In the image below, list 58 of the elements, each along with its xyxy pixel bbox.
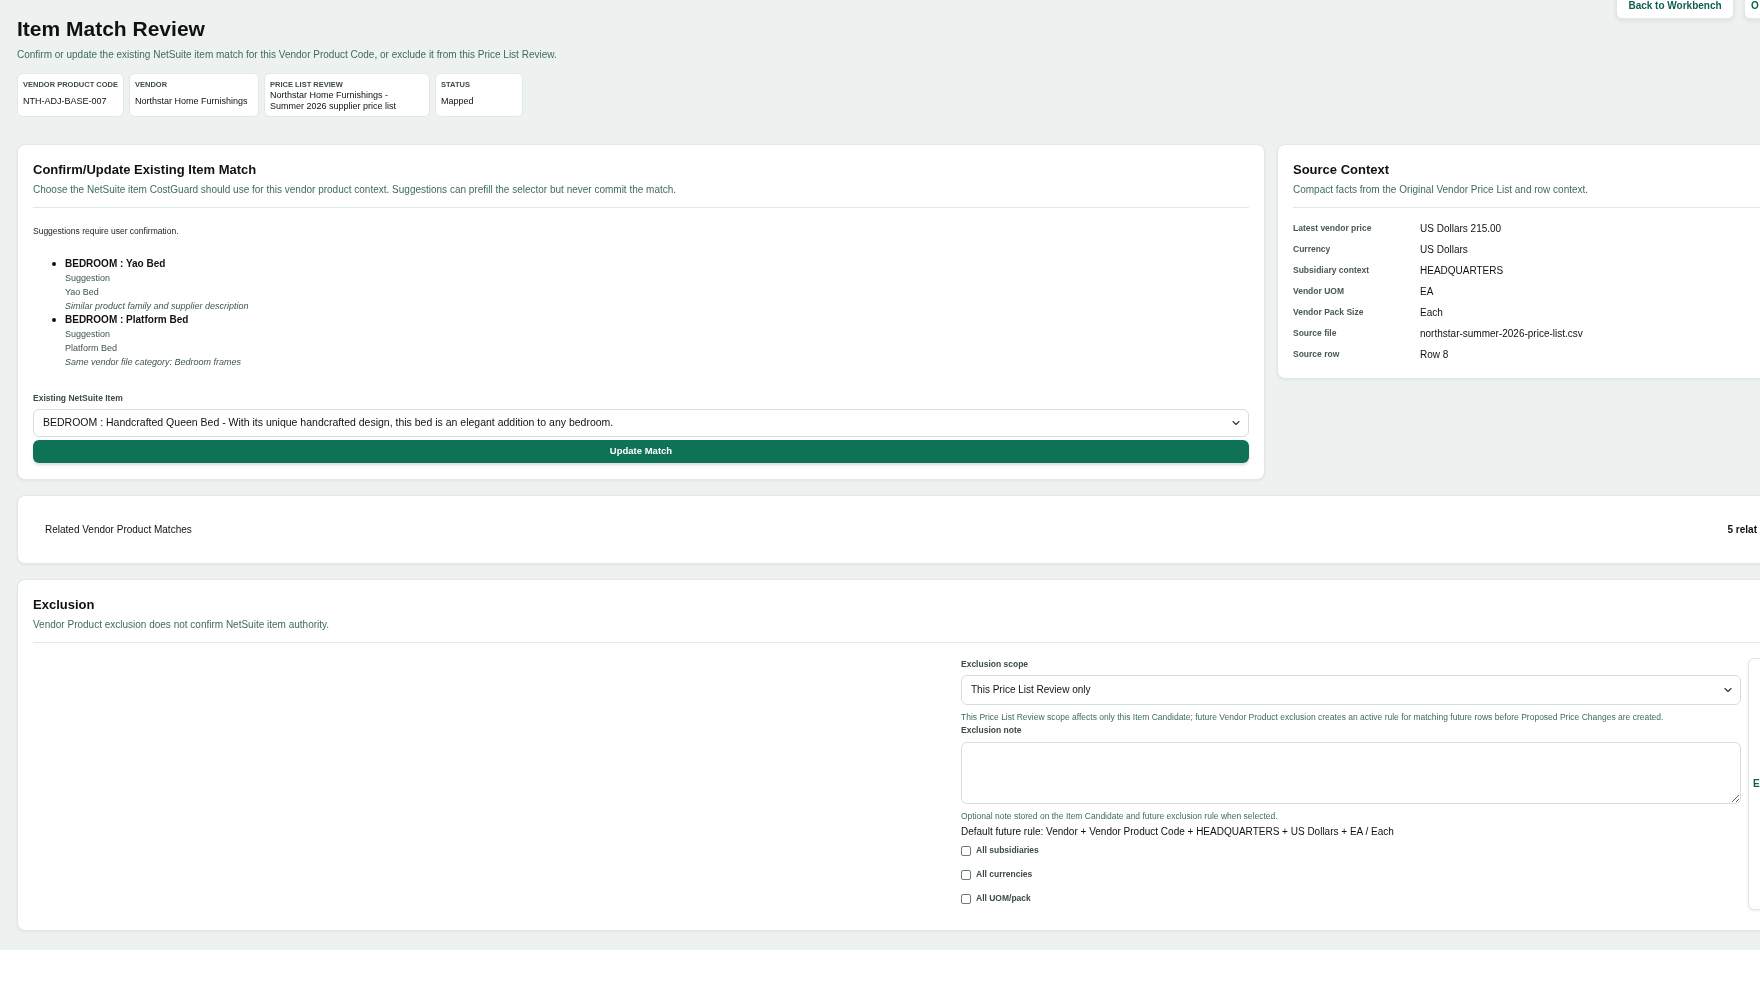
checkbox[interactable] <box>961 893 971 904</box>
suggestion-type: Suggestion <box>65 328 112 341</box>
side-panel-label: E <box>1753 777 1760 792</box>
fact-value: Mapped <box>441 95 474 107</box>
header-button[interactable]: Back to Workbench <box>1616 0 1734 19</box>
default-rule-text: Default future rule: Vendor + Vendor Product Code + HEADQUARTERS + US Dollars + EA / Each <box>961 824 1395 839</box>
related-count: 5 relat <box>1727 522 1757 537</box>
fact-value: NTH-ADJ-BASE-007 <box>23 95 107 107</box>
context-value: US Dollars <box>1420 243 1468 257</box>
fact-value: Northstar Home Furnishings - Summer 2026 supplier price list <box>270 90 398 112</box>
update-match-button[interactable]: Update Match <box>33 439 1249 463</box>
field-label: Existing NetSuite Item <box>33 392 124 404</box>
context-value: northstar-summer-2026-price-list.csv <box>1420 327 1583 341</box>
scope-select[interactable]: This Price List Review only <box>961 674 1741 705</box>
suggestion-type: Suggestion <box>65 272 112 285</box>
checkbox[interactable] <box>961 869 971 880</box>
context-label: Source file <box>1293 327 1338 340</box>
field-label: Exclusion note <box>961 723 1023 736</box>
related-matches-title: Related Vendor Product Matches <box>45 522 192 537</box>
context-value: US Dollars 215.00 <box>1420 222 1502 236</box>
fact-value: Northstar Home Furnishings <box>135 95 248 107</box>
suggestion-reason: Same vendor file category: Bedroom frames <box>65 356 242 369</box>
bullet-icon <box>52 318 56 322</box>
page-title: Item Match Review <box>17 16 206 42</box>
panel-description: Vendor Product exclusion does not confirm NetSuite item authority. <box>33 617 331 632</box>
suggestion-item: Platform Bed <box>65 342 119 355</box>
context-value: Each <box>1420 306 1443 320</box>
suggestion-reason: Similar product family and supplier description <box>65 300 249 313</box>
note-help-text: Optional note stored on the Item Candidate and future exclusion rule when selected. <box>961 809 1279 822</box>
context-value: EA <box>1420 285 1434 299</box>
context-value: Row 8 <box>1420 348 1449 362</box>
panel-title: Exclusion <box>33 595 96 614</box>
context-label: Vendor UOM <box>1293 285 1345 298</box>
panel-title: Confirm/Update Existing Item Match <box>33 161 258 179</box>
header-button[interactable]: O <box>1744 0 1760 19</box>
item-select[interactable]: BEDROOM : Handcrafted Queen Bed - With its unique handcrafted design, this bed is an elegant addition to any bedroom. <box>33 409 1249 437</box>
option-label: All subsidiaries <box>976 844 1039 857</box>
scope-help-text: This Price List Review scope affects only this Item Candidate; future Vendor Product exclusion creates an active rule for matching future rows before Proposed Price Changes are created. <box>961 710 1665 723</box>
panel-title: Source Context <box>1293 161 1391 179</box>
context-label: Subsidiary context <box>1293 264 1371 277</box>
panel-description: Choose the NetSuite item CostGuard should use for this vendor product context. Suggestions can prefill the selector but never commit the match. <box>33 183 678 197</box>
option-label: All currencies <box>976 868 1033 881</box>
suggestion-title: BEDROOM : Platform Bed <box>65 313 190 327</box>
context-label: Source row <box>1293 348 1341 361</box>
suggestion-note: Suggestions require user confirmation. <box>33 225 180 237</box>
context-value: HEADQUARTERS <box>1420 264 1504 278</box>
panel-description: Compact facts from the Original Vendor Price List and row context. <box>1293 183 1590 197</box>
bullet-icon <box>52 262 56 266</box>
context-label: Currency <box>1293 243 1332 256</box>
exclusion-note-field[interactable] <box>961 741 1741 804</box>
suggestion-item: Yao Bed <box>65 286 100 299</box>
checkbox[interactable] <box>961 845 971 856</box>
option-label: All UOM/pack <box>976 892 1031 905</box>
context-label: Latest vendor price <box>1293 222 1373 235</box>
suggestion-title: BEDROOM : Yao Bed <box>65 257 167 271</box>
field-label: Exclusion scope <box>961 657 1030 670</box>
page-subtitle: Confirm or update the existing NetSuite item match for this Vendor Product Code, or exclude it from this Price List Review. <box>17 48 557 62</box>
context-label: Vendor Pack Size <box>1293 306 1365 319</box>
